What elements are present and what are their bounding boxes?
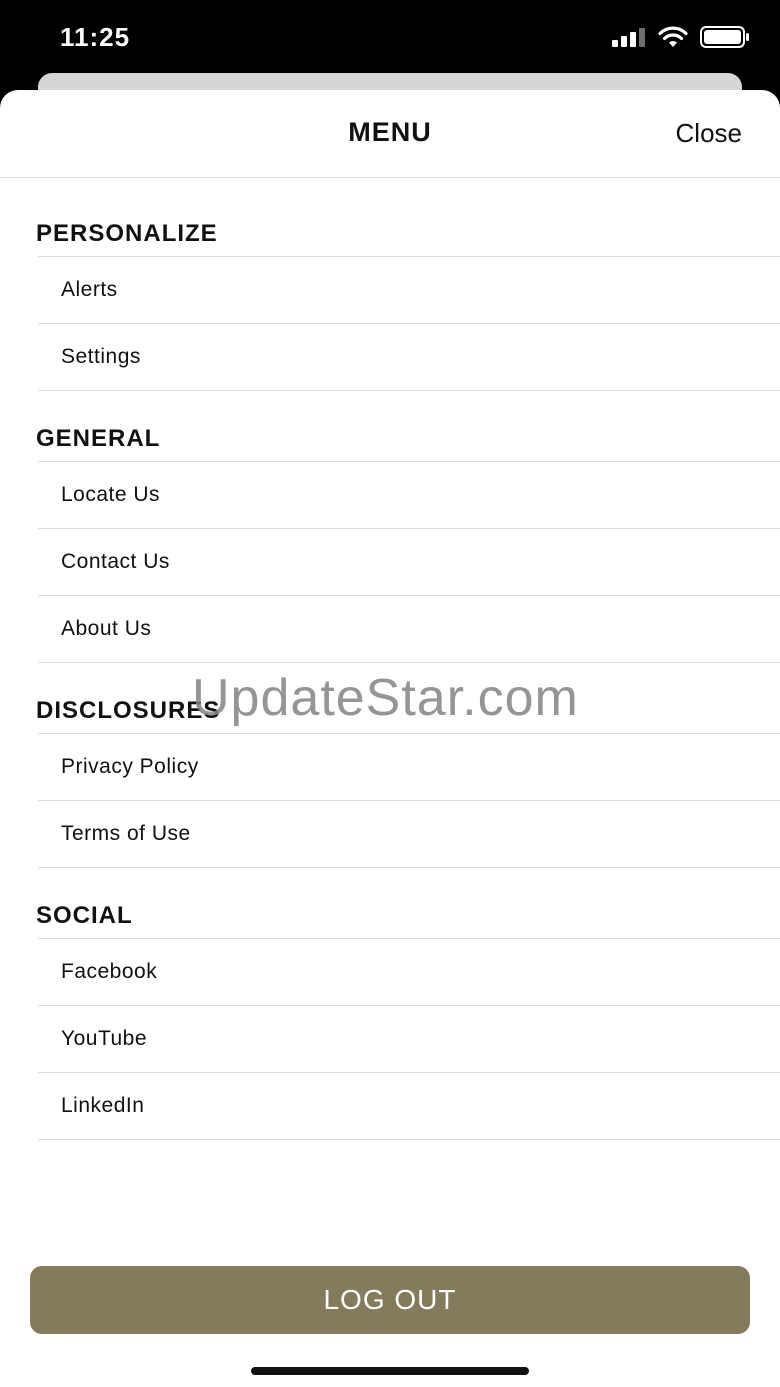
menu-title: MENU bbox=[348, 117, 432, 147]
menu-item-terms-of-use[interactable]: Terms of Use bbox=[38, 801, 780, 868]
section-general: GENERAL Locate Us Contact Us About Us bbox=[0, 415, 780, 663]
section-personalize: PERSONALIZE Alerts Settings bbox=[0, 210, 780, 391]
menu-list: Facebook YouTube LinkedIn bbox=[38, 938, 780, 1140]
close-button[interactable]: Close bbox=[676, 118, 742, 149]
menu-sheet: MENU Close PERSONALIZE Alerts Settings G… bbox=[0, 90, 780, 1387]
menu-item-privacy-policy[interactable]: Privacy Policy bbox=[38, 734, 780, 801]
wifi-icon bbox=[658, 26, 688, 47]
section-heading: PERSONALIZE bbox=[36, 220, 218, 247]
logout-button[interactable]: LOG OUT bbox=[30, 1266, 750, 1334]
menu-item-about-us[interactable]: About Us bbox=[38, 596, 780, 663]
menu-item-youtube[interactable]: YouTube bbox=[38, 1006, 780, 1073]
status-time: 11:25 bbox=[60, 22, 131, 52]
battery-icon bbox=[700, 26, 749, 48]
menu-list: Alerts Settings bbox=[38, 256, 780, 391]
section-heading: DISCLOSURES bbox=[36, 697, 221, 724]
menu-item-alerts[interactable]: Alerts bbox=[38, 257, 780, 324]
home-indicator[interactable] bbox=[251, 1367, 529, 1375]
status-icons bbox=[612, 26, 750, 48]
section-social: SOCIAL Facebook YouTube LinkedIn bbox=[0, 892, 780, 1140]
menu-list: Privacy Policy Terms of Use bbox=[38, 733, 780, 868]
section-heading: GENERAL bbox=[36, 425, 161, 452]
section-heading: SOCIAL bbox=[36, 902, 133, 929]
cellular-signal-icon bbox=[612, 28, 645, 47]
section-disclosures: DISCLOSURES Privacy Policy Terms of Use bbox=[0, 687, 780, 868]
status-bar: 11:25 bbox=[0, 0, 780, 80]
menu-header: MENU Close bbox=[0, 90, 780, 178]
menu-item-locate-us[interactable]: Locate Us bbox=[38, 462, 780, 529]
menu-item-facebook[interactable]: Facebook bbox=[38, 939, 780, 1006]
menu-item-settings[interactable]: Settings bbox=[38, 324, 780, 391]
menu-item-contact-us[interactable]: Contact Us bbox=[38, 529, 780, 596]
menu-list: Locate Us Contact Us About Us bbox=[38, 461, 780, 663]
menu-item-linkedin[interactable]: LinkedIn bbox=[38, 1073, 780, 1140]
